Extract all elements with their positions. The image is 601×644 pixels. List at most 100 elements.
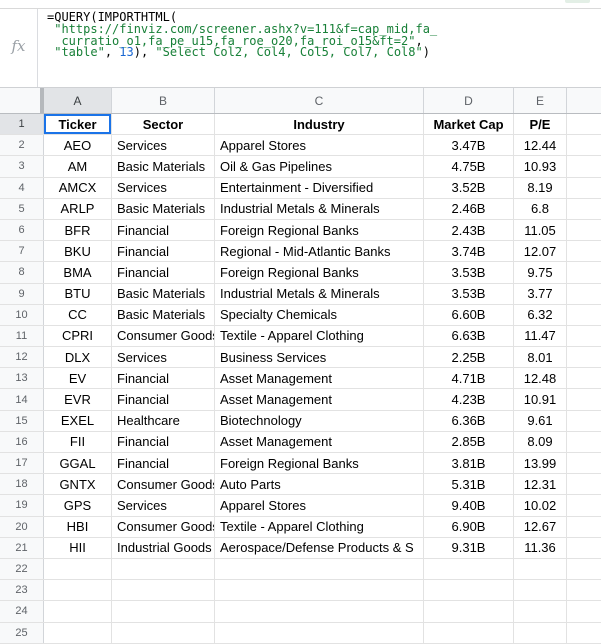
row-header-15[interactable]: 15 bbox=[0, 410, 44, 431]
cell-A15[interactable]: EXEL bbox=[44, 410, 112, 431]
cell-E7[interactable]: 12.07 bbox=[514, 241, 567, 262]
cell-C10[interactable]: Specialty Chemicals bbox=[215, 304, 424, 325]
cell-A9[interactable]: BTU bbox=[44, 283, 112, 304]
cell-B24[interactable] bbox=[112, 601, 215, 622]
cell-A16[interactable]: FII bbox=[44, 431, 112, 452]
row-header-1[interactable]: 1 bbox=[0, 114, 44, 135]
cell-A11[interactable]: CPRI bbox=[44, 325, 112, 347]
cell-D4[interactable]: 3.52B bbox=[424, 177, 514, 198]
row-header-10[interactable]: 10 bbox=[0, 304, 44, 325]
row-header-8[interactable]: 8 bbox=[0, 262, 44, 283]
cell-B23[interactable] bbox=[112, 580, 215, 601]
cell-A7[interactable]: BKU bbox=[44, 241, 112, 262]
cell-C13[interactable]: Asset Management bbox=[215, 368, 424, 389]
cell-D24[interactable] bbox=[424, 601, 514, 622]
cell-A17[interactable]: GGAL bbox=[44, 453, 112, 474]
cell-D11[interactable]: 6.63B bbox=[424, 325, 514, 347]
cell-E22[interactable] bbox=[514, 558, 567, 580]
cell-E10[interactable]: 6.32 bbox=[514, 304, 567, 325]
cell-E3[interactable]: 10.93 bbox=[514, 156, 567, 177]
cell-D10[interactable]: 6.60B bbox=[424, 304, 514, 325]
cell-B10[interactable]: Basic Materials bbox=[112, 304, 215, 325]
cell-C11[interactable]: Textile - Apparel Clothing bbox=[215, 325, 424, 347]
cell-C18[interactable]: Auto Parts bbox=[215, 474, 424, 495]
cell-C8[interactable]: Foreign Regional Banks bbox=[215, 262, 424, 283]
cell-D21[interactable]: 9.31B bbox=[424, 537, 514, 558]
cell-F8[interactable] bbox=[567, 262, 601, 282]
cell-A6[interactable]: BFR bbox=[44, 219, 112, 241]
row-header-25[interactable]: 25 bbox=[0, 622, 44, 643]
cell-C6[interactable]: Foreign Regional Banks bbox=[215, 219, 424, 241]
cell-B21[interactable]: Industrial Goods bbox=[112, 537, 215, 558]
cell-A20[interactable]: HBI bbox=[44, 516, 112, 537]
cell-D12[interactable]: 2.25B bbox=[424, 347, 514, 368]
cell-D16[interactable]: 2.85B bbox=[424, 431, 514, 452]
cell-C17[interactable]: Foreign Regional Banks bbox=[215, 453, 424, 474]
cell-F12[interactable] bbox=[567, 347, 601, 367]
cell-F15[interactable] bbox=[567, 411, 601, 431]
cell-E1[interactable]: P/E bbox=[514, 114, 567, 135]
cell-C22[interactable] bbox=[215, 558, 424, 580]
cell-A23[interactable] bbox=[44, 580, 112, 601]
row-header-11[interactable]: 11 bbox=[0, 325, 44, 347]
cell-F5[interactable] bbox=[567, 199, 601, 219]
cell-D20[interactable]: 6.90B bbox=[424, 516, 514, 537]
cell-A14[interactable]: EVR bbox=[44, 389, 112, 410]
cell-F9[interactable] bbox=[567, 284, 601, 304]
cell-E14[interactable]: 10.91 bbox=[514, 389, 567, 410]
cell-F3[interactable] bbox=[567, 156, 601, 176]
cell-A12[interactable]: DLX bbox=[44, 347, 112, 368]
column-header-C[interactable]: C bbox=[215, 88, 424, 113]
cell-F7[interactable] bbox=[567, 241, 601, 261]
cell-E9[interactable]: 3.77 bbox=[514, 283, 567, 304]
cell-E12[interactable]: 8.01 bbox=[514, 347, 567, 368]
cell-E6[interactable]: 11.05 bbox=[514, 219, 567, 241]
cell-D7[interactable]: 3.74B bbox=[424, 241, 514, 262]
cell-D22[interactable] bbox=[424, 558, 514, 580]
cell-F17[interactable] bbox=[567, 453, 601, 473]
cell-B15[interactable]: Healthcare bbox=[112, 410, 215, 431]
column-header-B[interactable]: B bbox=[112, 88, 215, 113]
cell-E24[interactable] bbox=[514, 601, 567, 622]
column-header-D[interactable]: D bbox=[424, 88, 514, 113]
cell-D1[interactable]: Market Cap bbox=[424, 114, 514, 135]
cell-C3[interactable]: Oil & Gas Pipelines bbox=[215, 156, 424, 177]
cell-B22[interactable] bbox=[112, 558, 215, 580]
cell-F10[interactable] bbox=[567, 305, 601, 325]
row-header-7[interactable]: 7 bbox=[0, 241, 44, 262]
cell-F4[interactable] bbox=[567, 178, 601, 198]
cell-F1[interactable] bbox=[567, 114, 601, 134]
cell-A13[interactable]: EV bbox=[44, 368, 112, 389]
cell-D13[interactable]: 4.71B bbox=[424, 368, 514, 389]
cell-E8[interactable]: 9.75 bbox=[514, 262, 567, 283]
cell-A18[interactable]: GNTX bbox=[44, 474, 112, 495]
cell-A22[interactable] bbox=[44, 558, 112, 580]
cell-F20[interactable] bbox=[567, 517, 601, 537]
cell-F6[interactable] bbox=[567, 220, 601, 240]
row-header-23[interactable]: 23 bbox=[0, 580, 44, 601]
cell-D3[interactable]: 4.75B bbox=[424, 156, 514, 177]
cell-F25[interactable] bbox=[567, 623, 601, 643]
column-header-E[interactable]: E bbox=[514, 88, 567, 113]
cell-E18[interactable]: 12.31 bbox=[514, 474, 567, 495]
cell-C9[interactable]: Industrial Metals & Minerals bbox=[215, 283, 424, 304]
cell-B11[interactable]: Consumer Goods bbox=[112, 325, 215, 347]
cell-D8[interactable]: 3.53B bbox=[424, 262, 514, 283]
cell-D5[interactable]: 2.46B bbox=[424, 198, 514, 219]
row-header-16[interactable]: 16 bbox=[0, 431, 44, 452]
cell-F16[interactable] bbox=[567, 432, 601, 452]
cell-A3[interactable]: AM bbox=[44, 156, 112, 177]
row-header-18[interactable]: 18 bbox=[0, 474, 44, 495]
cell-F11[interactable] bbox=[567, 326, 601, 346]
cell-B18[interactable]: Consumer Goods bbox=[112, 474, 215, 495]
cell-B9[interactable]: Basic Materials bbox=[112, 283, 215, 304]
cell-E20[interactable]: 12.67 bbox=[514, 516, 567, 537]
row-header-9[interactable]: 9 bbox=[0, 283, 44, 304]
cell-C5[interactable]: Industrial Metals & Minerals bbox=[215, 198, 424, 219]
cell-C12[interactable]: Business Services bbox=[215, 347, 424, 368]
row-header-24[interactable]: 24 bbox=[0, 601, 44, 622]
cell-A25[interactable] bbox=[44, 622, 112, 643]
cell-A1[interactable]: Ticker bbox=[44, 114, 112, 135]
cell-E2[interactable]: 12.44 bbox=[514, 135, 567, 156]
cell-B7[interactable]: Financial bbox=[112, 241, 215, 262]
